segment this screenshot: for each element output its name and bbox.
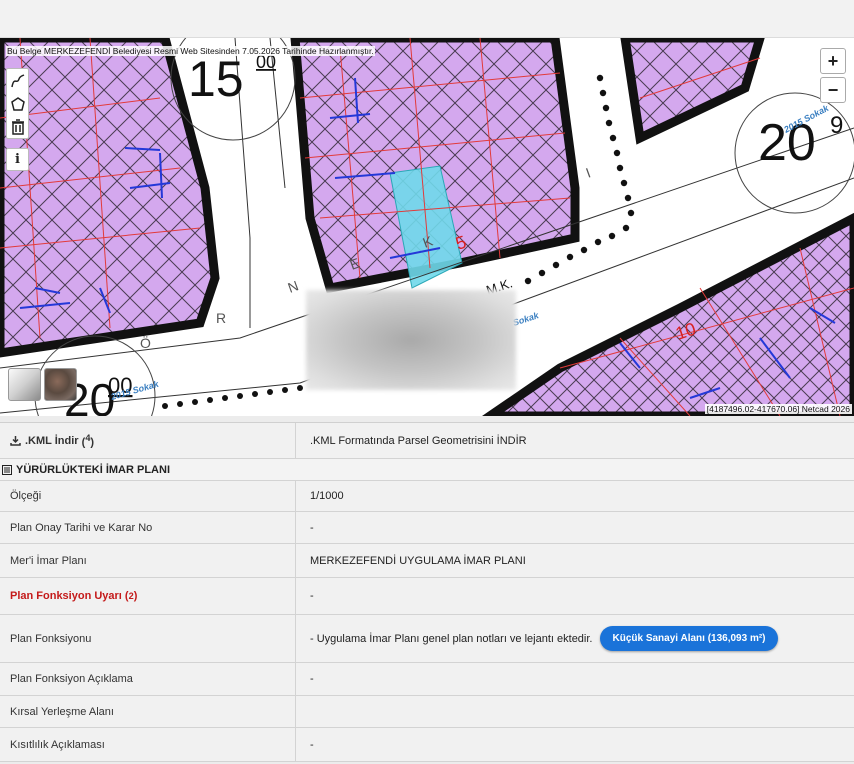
kml-label-text: .KML İndir <box>25 434 79 447</box>
row-value: - <box>310 673 314 685</box>
row-label: Kırsal Yerleşme Alanı <box>0 696 296 727</box>
draw-toolbar <box>6 68 29 139</box>
delete-tool[interactable] <box>7 115 28 138</box>
warning-label-text: Plan Fonksiyon Uyarı <box>10 590 122 602</box>
kml-sup: 4 <box>85 432 91 443</box>
basemap-plan-thumb[interactable] <box>8 368 41 401</box>
info-icon: i <box>15 152 20 167</box>
row-label: Mer'i İmar Planı <box>0 544 296 577</box>
table-row: Plan Fonksiyon Açıklama - <box>0 663 854 696</box>
table-row: Plan Fonksiyon Uyarı (2) - <box>0 578 854 615</box>
table-row: Kısıtlılık Açıklaması - <box>0 728 854 762</box>
road-letter-r: R <box>216 310 226 326</box>
map-notice: Bu Belge MERKEZEFENDİ Belediyesi Resmi W… <box>6 46 375 56</box>
coordinate-readout: [4187496.02-417670.06] Netcad 2026 <box>704 404 852 414</box>
plan-function-badge[interactable]: Küçük Sanayi Alanı (136,093 m²) <box>600 626 778 651</box>
block-number-15: 15 <box>188 51 244 107</box>
row-label: Kısıtlılık Açıklaması <box>0 728 296 761</box>
row-value: - <box>310 521 314 534</box>
kml-download-link[interactable]: .KML Formatında Parsel Geometrisini İNDİ… <box>296 423 854 458</box>
draw-polygon-tool[interactable] <box>7 92 28 115</box>
download-icon <box>10 436 21 446</box>
section-title: YÜRÜRLÜKTEKİ İMAR PLANI <box>16 463 170 476</box>
polygon-icon <box>10 96 25 111</box>
basemap-switcher <box>8 368 77 401</box>
kml-label: .KML İndir (4) <box>0 423 296 458</box>
block-sup-20: 9 <box>830 112 843 139</box>
list-icon <box>2 464 12 475</box>
row-value: - <box>310 738 314 751</box>
table-row: Ölçeği 1/1000 <box>0 481 854 512</box>
plan-function-cell: - Uygulama İmar Planı genel plan notları… <box>296 615 854 662</box>
polyline-icon <box>10 73 24 87</box>
row-label: Plan Fonksiyon Açıklama <box>0 663 296 695</box>
section-header: YÜRÜRLÜKTEKİ İMAR PLANI <box>0 459 854 481</box>
map-viewer[interactable]: 15 00 20 9 20 00 M.K. N E K Ö R I 10 5 2… <box>0 38 854 416</box>
row-value: 1/1000 <box>310 490 344 502</box>
top-bar <box>0 0 854 38</box>
page: 15 00 20 9 20 00 M.K. N E K Ö R I 10 5 2… <box>0 0 854 764</box>
draw-line-tool[interactable] <box>7 69 28 92</box>
table-row: Plan Fonksiyonu - Uygulama İmar Planı ge… <box>0 615 854 663</box>
row-value: - Uygulama İmar Planı genel plan notları… <box>310 632 593 645</box>
zoom-in-button[interactable]: + <box>820 48 846 74</box>
row-label: Plan Fonksiyonu <box>0 615 296 662</box>
info-button[interactable]: i <box>6 148 29 171</box>
zoom-controls: + − <box>820 48 846 106</box>
zoom-out-button[interactable]: − <box>820 77 846 103</box>
redacted-area <box>306 290 516 390</box>
warning-sup: 2 <box>128 591 134 601</box>
table-row: Kırsal Yerleşme Alanı <box>0 696 854 728</box>
trash-icon <box>11 118 24 135</box>
row-value: - <box>310 590 314 602</box>
row-value: MERKEZEFENDİ UYGULAMA İMAR PLANI <box>310 554 526 567</box>
parcel-info-table: .KML İndir (4) .KML Formatında Parsel Ge… <box>0 422 854 762</box>
row-label: Ölçeği <box>0 481 296 511</box>
road-letter-o: Ö <box>140 334 151 351</box>
row-value <box>296 696 854 727</box>
table-row: Plan Onay Tarihi ve Karar No - <box>0 512 854 544</box>
warning-label: Plan Fonksiyon Uyarı (2) <box>0 578 296 614</box>
row-label: Plan Onay Tarihi ve Karar No <box>0 512 296 543</box>
basemap-satellite-thumb[interactable] <box>44 368 77 401</box>
table-row: Mer'i İmar Planı MERKEZEFENDİ UYGULAMA İ… <box>0 544 854 578</box>
kml-row: .KML İndir (4) .KML Formatında Parsel Ge… <box>0 423 854 459</box>
